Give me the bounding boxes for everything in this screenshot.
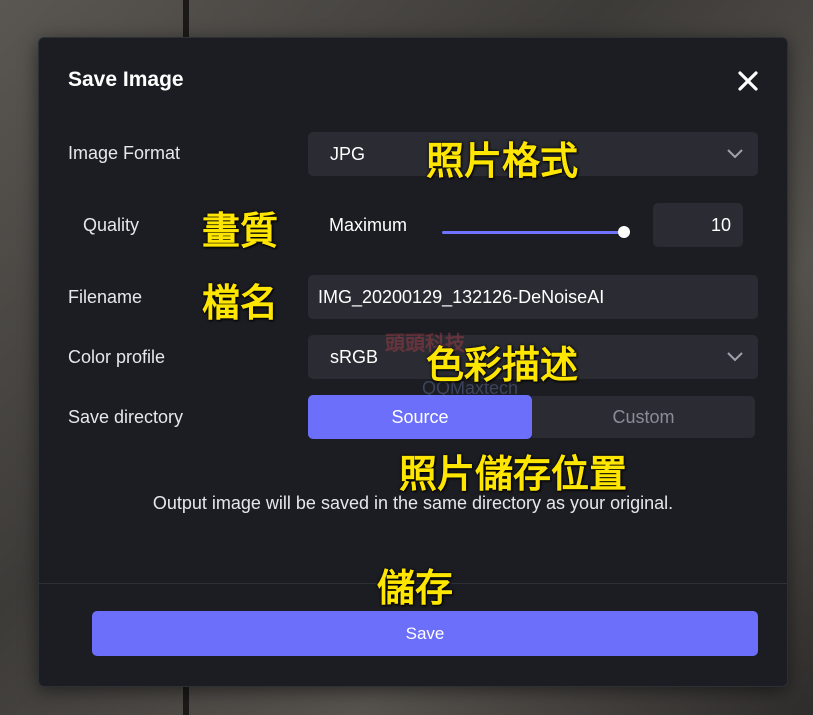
quality-input[interactable]: 10 (653, 203, 743, 247)
color-profile-value: sRGB (330, 347, 379, 367)
color-profile-label: Color profile (68, 347, 166, 367)
filename-value: IMG_20200129_132126-DeNoiseAI (318, 287, 605, 307)
image-format-value: JPG (330, 144, 366, 164)
annotation-format: 照片格式 (426, 139, 579, 183)
filename-input[interactable]: IMG_20200129_132126-DeNoiseAI (308, 275, 758, 319)
annotation-quality: 畫質 (202, 209, 279, 253)
image-format-label: Image Format (68, 143, 181, 163)
chevron-down-icon (727, 352, 743, 362)
filename-label: Filename (68, 287, 143, 307)
quality-slider-handle[interactable] (618, 226, 630, 238)
annotation-profile: 色彩描述 (426, 343, 579, 387)
save-image-dialog: Save Image Image Format JPG Quality Maxi… (38, 37, 788, 687)
annotation-directory: 照片儲存位置 (399, 452, 628, 496)
annotation-filename: 檔名 (202, 281, 279, 325)
chevron-down-icon (727, 149, 743, 159)
quality-label: Quality (83, 215, 140, 235)
annotation-save: 儲存 (377, 566, 454, 610)
quality-value: 10 (710, 215, 731, 235)
close-icon[interactable] (733, 66, 763, 96)
custom-directory-option[interactable]: Custom (532, 396, 755, 438)
dialog-title: Save Image (68, 68, 184, 91)
save-button[interactable]: Save (92, 611, 758, 656)
save-directory-label: Save directory (68, 407, 184, 427)
quality-level-label: Maximum (329, 215, 408, 235)
source-directory-option[interactable]: Source (308, 395, 532, 439)
quality-slider-track[interactable] (442, 231, 624, 234)
